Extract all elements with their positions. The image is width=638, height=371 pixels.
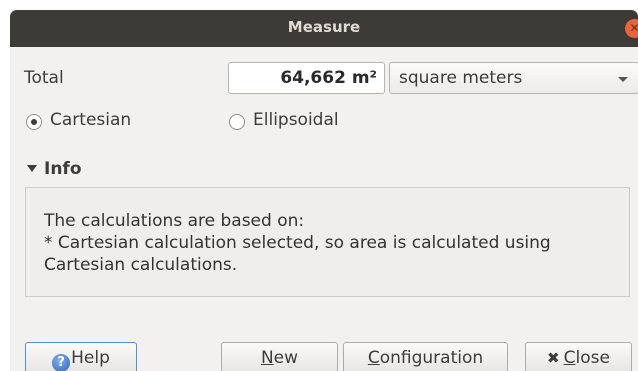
unit-select-value: square meters — [399, 68, 523, 88]
window-close-icon[interactable]: ✕ — [625, 19, 638, 38]
ellipsoidal-radio[interactable] — [229, 114, 245, 130]
unit-select[interactable]: square meters — [389, 62, 638, 94]
close-icon: ✖ — [547, 349, 560, 367]
cartesian-radio[interactable] — [26, 114, 42, 130]
info-panel: The calculations are based on: * Cartesi… — [25, 187, 630, 297]
help-icon: ? — [52, 354, 71, 371]
help-button[interactable]: ? Help — [25, 342, 137, 371]
info-line: Cartesian calculations. — [44, 255, 238, 275]
info-line: * Cartesian calculation selected, so are… — [44, 233, 551, 253]
window-title: Measure — [287, 18, 361, 36]
chevron-down-icon — [618, 77, 628, 82]
close-button-label: Close — [563, 348, 610, 368]
configuration-button-label: Configuration — [367, 348, 484, 368]
cartesian-label[interactable]: Cartesian — [50, 110, 131, 130]
help-button-label: Help — [71, 348, 110, 368]
close-button[interactable]: ✖ Close — [525, 342, 632, 371]
total-label: Total — [24, 68, 64, 88]
ellipsoidal-label[interactable]: Ellipsoidal — [253, 110, 339, 130]
collapse-arrow-icon[interactable] — [27, 165, 37, 172]
title-bar[interactable]: Measure ✕ — [10, 10, 638, 47]
measure-dialog: Measure ✕ Total 64,662 m² square meters … — [10, 10, 638, 371]
total-value-field[interactable]: 64,662 m² — [228, 62, 385, 94]
new-button-label: New — [260, 348, 299, 368]
new-button[interactable]: New — [221, 342, 338, 371]
info-text: The calculations are based on: * Cartesi… — [44, 210, 624, 276]
info-section-title[interactable]: Info — [44, 159, 82, 179]
info-line: The calculations are based on: — [44, 211, 305, 231]
configuration-button[interactable]: Configuration — [343, 342, 508, 371]
